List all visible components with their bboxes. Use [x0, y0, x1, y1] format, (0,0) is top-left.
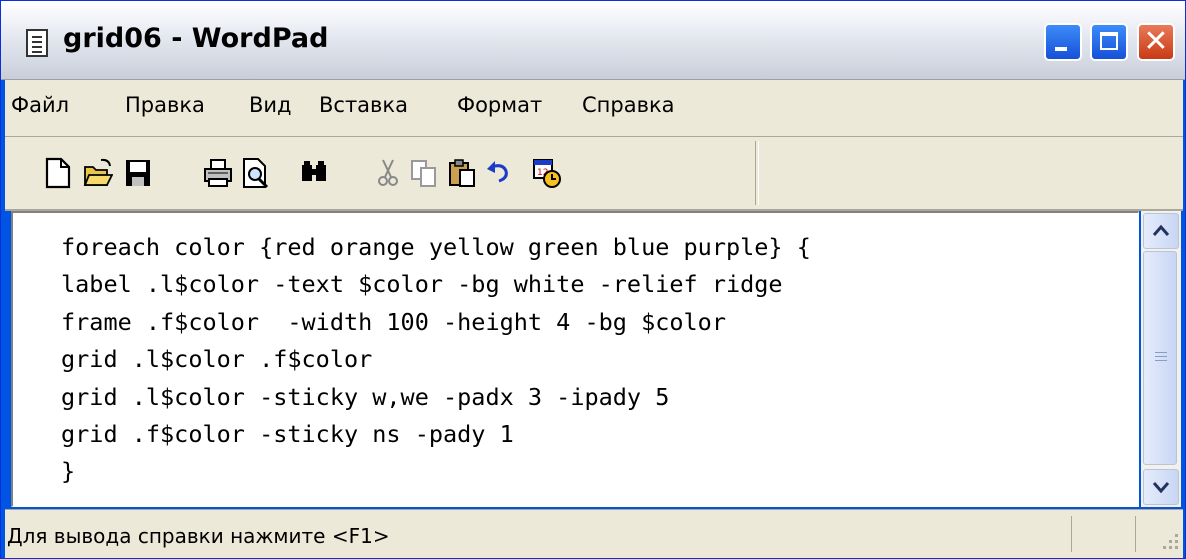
insert-date-time-icon[interactable]: 12 [531, 157, 561, 189]
menu-insert[interactable]: Вставка [319, 93, 408, 117]
window-title: grid06 - WordPad [63, 23, 329, 54]
find-icon[interactable] [299, 157, 329, 189]
menu-view[interactable]: Вид [249, 93, 292, 117]
editor-line: grid .l$color .f$color [61, 345, 373, 373]
title-bar[interactable]: grid06 - WordPad ✕ [1, 1, 1185, 80]
status-text: Для вывода справки нажмите <F1> [7, 524, 390, 548]
editor-line: grid .l$color -sticky w,we -padx 3 -ipad… [61, 383, 670, 411]
editor-line: foreach color {red orange yellow green b… [61, 233, 811, 261]
toolbar-separator [755, 141, 759, 205]
undo-icon[interactable] [483, 157, 513, 189]
print-icon[interactable] [203, 157, 233, 189]
menu-bar: Файл Правка Вид Вставка Формат Справка [5, 80, 1183, 137]
maximize-button[interactable] [1090, 23, 1128, 61]
toolbar: 12 [5, 137, 1183, 211]
status-divider [1135, 516, 1136, 552]
editor-line: label .l$color -text $color -bg white -r… [61, 270, 783, 298]
wordpad-app-icon[interactable] [26, 29, 48, 57]
new-document-icon[interactable] [43, 157, 73, 189]
menu-format[interactable]: Формат [457, 93, 542, 117]
editor-line: frame .f$color -width 100 -height 4 -bg … [61, 308, 726, 336]
chevron-down-icon [1152, 482, 1170, 494]
menu-file[interactable]: Файл [11, 93, 69, 117]
paste-icon[interactable] [447, 157, 477, 189]
close-icon: ✕ [1143, 24, 1169, 59]
chevron-up-icon [1152, 224, 1170, 236]
document-editor[interactable]: foreach color {red orange yellow green b… [11, 211, 1139, 507]
copy-icon[interactable] [409, 157, 439, 189]
open-folder-icon[interactable] [83, 157, 113, 189]
resize-grip-icon[interactable] [1157, 528, 1181, 552]
maximize-icon [1100, 32, 1118, 50]
minimize-button[interactable] [1044, 23, 1082, 61]
status-bar: Для вывода справки нажмите <F1> [5, 509, 1183, 558]
status-divider [1071, 516, 1072, 552]
menu-edit[interactable]: Правка [125, 93, 205, 117]
cut-icon[interactable] [373, 157, 403, 189]
scroll-down-button[interactable] [1143, 469, 1179, 505]
close-button[interactable]: ✕ [1137, 23, 1175, 61]
editor-line: grid .f$color -sticky ns -pady 1 [61, 420, 514, 448]
print-preview-icon[interactable] [241, 157, 271, 189]
vertical-scrollbar[interactable] [1141, 211, 1181, 507]
scroll-thumb[interactable] [1143, 251, 1177, 465]
scroll-up-button[interactable] [1143, 213, 1179, 249]
menu-help[interactable]: Справка [582, 93, 675, 117]
editor-line: } [61, 457, 76, 485]
minimize-icon [1055, 47, 1067, 51]
save-icon[interactable] [123, 157, 153, 189]
wordpad-window: grid06 - WordPad ✕ Файл Правка Вид Встав… [0, 0, 1186, 559]
